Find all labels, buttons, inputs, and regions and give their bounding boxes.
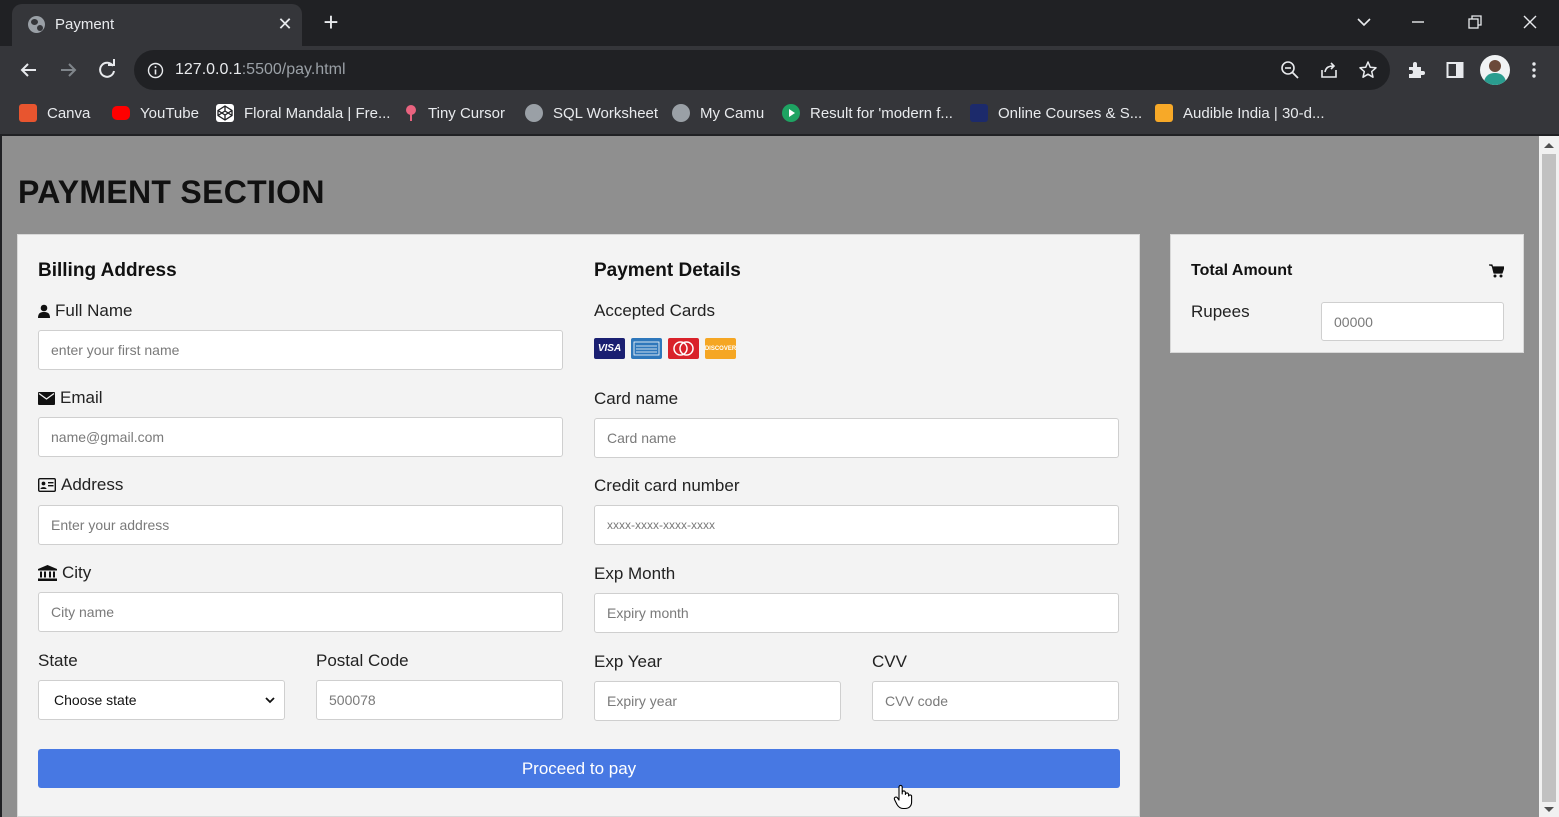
visa-icon: VISA (594, 338, 625, 359)
canva-icon (19, 104, 37, 122)
card-name-input[interactable]: Card name (594, 418, 1119, 458)
minimize-icon[interactable] (1406, 10, 1434, 34)
bookmarks-bar: Canva YouTube Floral Mandala | Fre... Ti… (0, 94, 1559, 134)
globe-icon (672, 104, 690, 122)
email-label: Email (38, 388, 103, 408)
globe-icon (28, 16, 45, 33)
rupees-label: Rupees (1191, 302, 1250, 321)
side-panel-icon[interactable] (1445, 60, 1465, 80)
cvv-label: CVV (872, 652, 907, 671)
scroll-up-icon[interactable] (1544, 143, 1554, 148)
accepted-cards: VISA DISCOVER (594, 338, 736, 359)
accepted-cards-label: Accepted Cards (594, 301, 715, 320)
share-icon[interactable] (1319, 60, 1339, 80)
browser-toolbar: 127.0.0.1:5500/pay.html (0, 46, 1559, 94)
site-info-icon[interactable] (147, 62, 164, 79)
close-window-icon[interactable] (1518, 10, 1546, 34)
tab-search-icon[interactable] (1352, 10, 1380, 34)
restore-icon[interactable] (1462, 10, 1490, 34)
exp-year-label: Exp Year (594, 652, 663, 671)
bookmark-my-camu[interactable]: My Camu (672, 102, 764, 124)
address-input[interactable]: Enter your address (38, 505, 563, 545)
full-name-label: Full Name (38, 301, 132, 321)
youtube-icon (112, 106, 130, 120)
scroll-down-icon[interactable] (1544, 807, 1554, 812)
page-viewport: PAYMENT SECTION Billing Address Full Nam… (2, 136, 1539, 817)
address-label: Address (38, 475, 123, 495)
audible-icon (1155, 104, 1173, 122)
exp-month-label: Exp Month (594, 564, 676, 583)
postal-code-input[interactable]: 500078 (316, 680, 563, 720)
bookmark-audible[interactable]: Audible India | 30-d... (1155, 102, 1325, 124)
card-name-label: Card name (594, 389, 679, 408)
card-number-input[interactable]: xxxx-xxxx-xxxx-xxxx (594, 505, 1119, 545)
address-bar[interactable]: 127.0.0.1:5500/pay.html (134, 50, 1390, 90)
tab-payment[interactable]: Payment ✕ (12, 4, 302, 46)
forward-icon[interactable] (54, 56, 82, 84)
globe-icon (525, 104, 543, 122)
new-tab-button[interactable]: + (319, 9, 343, 35)
tab-close-icon[interactable]: ✕ (274, 13, 296, 35)
hand-cursor-icon (893, 784, 913, 815)
profile-avatar[interactable] (1480, 55, 1510, 85)
user-icon (38, 304, 50, 318)
postal-code-label: Postal Code (316, 651, 409, 670)
address-card-icon (38, 478, 56, 492)
codepen-icon (216, 104, 234, 122)
zoom-icon[interactable] (1280, 60, 1300, 80)
tiny-cursor-icon (404, 104, 418, 122)
state-select[interactable]: Choose state (38, 680, 285, 720)
scrollbar-thumb[interactable] (1542, 154, 1556, 802)
rupees-input[interactable]: 00000 (1321, 302, 1504, 341)
payment-form-card: Billing Address Full Name enter your fir… (17, 234, 1140, 817)
full-name-input[interactable]: enter your first name (38, 330, 563, 370)
billing-heading: Billing Address (38, 260, 177, 281)
page-title: PAYMENT SECTION (18, 174, 325, 210)
proceed-to-pay-button[interactable]: Proceed to pay (38, 749, 1120, 788)
card-number-label: Credit card number (594, 476, 740, 495)
courses-icon (970, 104, 988, 122)
tab-title: Payment (55, 16, 115, 33)
shopping-cart-icon (1489, 264, 1505, 283)
menu-kebab-icon[interactable] (1524, 60, 1544, 80)
bookmark-sql-worksheet[interactable]: SQL Worksheet (525, 102, 658, 124)
bookmark-star-icon[interactable] (1358, 60, 1378, 80)
extensions-icon[interactable] (1406, 60, 1426, 80)
city-label: City (38, 563, 91, 583)
payment-heading: Payment Details (594, 260, 741, 281)
play-icon (782, 104, 800, 122)
amex-icon (631, 338, 662, 359)
cvv-input[interactable]: CVV code (872, 681, 1119, 721)
exp-year-input[interactable]: Expiry year (594, 681, 841, 721)
institution-icon (38, 565, 57, 581)
discover-icon: DISCOVER (705, 338, 736, 359)
reload-icon[interactable] (93, 56, 121, 84)
back-icon[interactable] (15, 56, 43, 84)
mastercard-icon (668, 338, 699, 359)
url-text[interactable]: 127.0.0.1:5500/pay.html (175, 61, 346, 79)
bookmark-online-courses[interactable]: Online Courses & S... (970, 102, 1142, 124)
bookmark-canva[interactable]: Canva (19, 102, 90, 124)
chevron-down-icon (265, 697, 275, 704)
city-input[interactable]: City name (38, 592, 563, 632)
total-amount-card: Total Amount Rupees 00000 (1170, 234, 1524, 353)
browser-tab-strip: Payment ✕ + (0, 0, 1559, 46)
bookmark-result-modern[interactable]: Result for 'modern f... (782, 102, 953, 124)
bookmark-tiny-cursor[interactable]: Tiny Cursor (404, 102, 505, 124)
envelope-icon (38, 391, 55, 405)
exp-month-input[interactable]: Expiry month (594, 593, 1119, 633)
email-input[interactable]: name@gmail.com (38, 417, 563, 457)
bookmark-floral-mandala[interactable]: Floral Mandala | Fre... (216, 102, 390, 124)
vertical-scrollbar[interactable] (1539, 136, 1559, 817)
total-amount-heading: Total Amount (1191, 262, 1293, 279)
bookmark-youtube[interactable]: YouTube (112, 102, 199, 124)
state-label: State (38, 651, 78, 670)
